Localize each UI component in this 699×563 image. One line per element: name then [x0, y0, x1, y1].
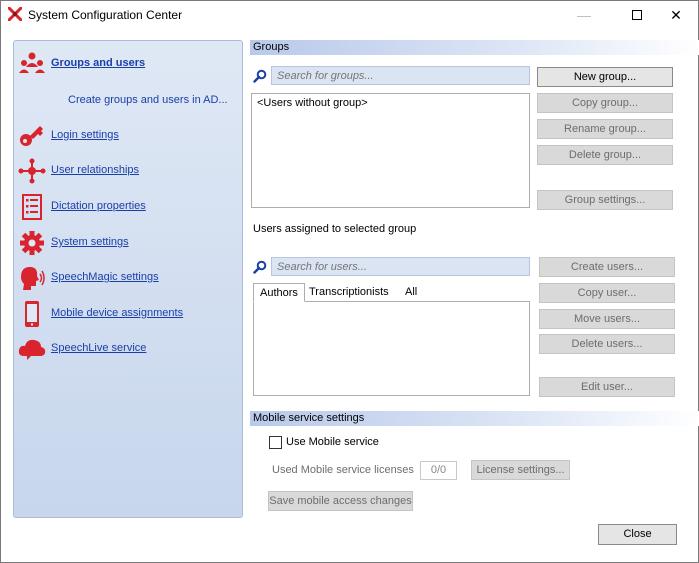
groups-list[interactable]: <Users without group> [251, 93, 530, 208]
rename-group-button[interactable]: Rename group... [537, 119, 673, 139]
key-icon [20, 126, 43, 146]
sidebar: Groups and users Create groups and users… [13, 40, 243, 518]
create-in-ad-link[interactable]: Create groups and users in AD... [68, 94, 228, 106]
speaking-head-icon [21, 267, 45, 290]
sidebar-item-label: Login settings [51, 129, 119, 141]
mobile-phone-icon [25, 301, 39, 327]
search-icon [253, 260, 267, 274]
sidebar-item-label: Mobile device assignments [51, 307, 184, 319]
checklist-icon [22, 194, 42, 220]
users-assigned-label: Users assigned to selected group [253, 223, 417, 235]
create-users-button[interactable]: Create users... [539, 257, 675, 277]
group-search-input[interactable] [271, 66, 530, 85]
new-group-button[interactable]: New group... [537, 67, 673, 87]
save-mobile-changes-button[interactable]: Save mobile access changes [268, 491, 413, 511]
sidebar-item-label: SpeechMagic settings [51, 271, 159, 283]
close-window-button[interactable]: ✕ [653, 1, 699, 29]
user-search-input[interactable] [271, 257, 530, 276]
gear-icon [20, 231, 44, 255]
licenses-label: Used Mobile service licenses [272, 464, 414, 476]
sidebar-item-label: Dictation properties [51, 200, 146, 212]
sidebar-item-label: User relationships [51, 164, 140, 176]
copy-user-button[interactable]: Copy user... [539, 283, 675, 303]
close-button[interactable]: Close [598, 524, 677, 545]
tab-all[interactable]: All [399, 283, 423, 302]
sidebar-item-label: System settings [51, 236, 129, 248]
licenses-value: 0/0 [420, 461, 457, 480]
users-list[interactable] [253, 301, 530, 396]
minimize-button[interactable]: — [561, 1, 607, 29]
edit-user-button[interactable]: Edit user... [539, 377, 675, 397]
group-settings-button[interactable]: Group settings... [537, 190, 673, 210]
tab-transcriptionists[interactable]: Transcriptionists [303, 283, 395, 302]
use-mobile-checkbox[interactable] [269, 436, 282, 449]
sidebar-item-label: SpeechLive service [51, 342, 147, 354]
sidebar-item-label: Groups and users [51, 57, 146, 69]
mobile-section-header: Mobile service settings [250, 411, 699, 426]
search-icon [253, 69, 267, 83]
cloud-icon [18, 339, 46, 360]
delete-group-button[interactable]: Delete group... [537, 145, 673, 165]
copy-group-button[interactable]: Copy group... [537, 93, 673, 113]
network-icon [18, 158, 46, 184]
tab-authors[interactable]: Authors [253, 283, 305, 302]
app-logo-icon [8, 7, 22, 21]
license-settings-button[interactable]: License settings... [471, 460, 570, 480]
use-mobile-label[interactable]: Use Mobile service [286, 436, 379, 448]
list-item[interactable]: <Users without group> [257, 97, 368, 109]
move-users-button[interactable]: Move users... [539, 309, 675, 329]
groups-section-header: Groups [250, 40, 699, 55]
delete-users-button[interactable]: Delete users... [539, 334, 675, 354]
title-bar: System Configuration Center — ✕ [1, 1, 698, 29]
main-window: System Configuration Center — ✕ Groups a… [0, 0, 699, 563]
window-title: System Configuration Center [28, 8, 183, 22]
users-group-icon [19, 52, 45, 73]
